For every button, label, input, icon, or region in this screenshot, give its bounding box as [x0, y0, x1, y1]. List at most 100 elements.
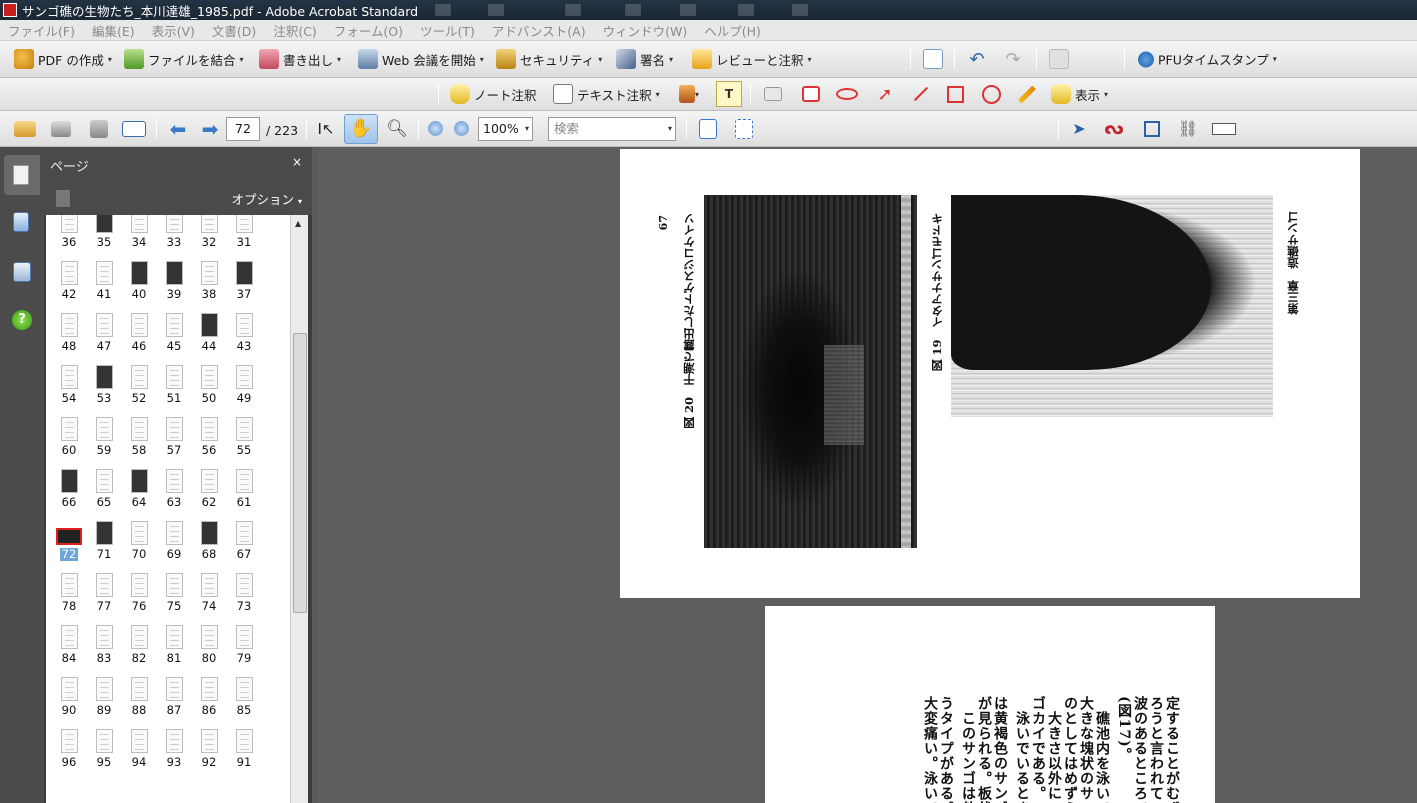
previous-page-button[interactable]: ⬅ [166, 117, 190, 141]
thumbnail[interactable]: 66 [54, 469, 84, 509]
select-tool-button[interactable]: I↖ [314, 118, 338, 140]
thumbnail[interactable]: 56 [194, 417, 224, 457]
next-page-button[interactable]: ➡ [198, 117, 222, 141]
scroll-up-icon[interactable]: ▲ [295, 219, 301, 228]
thumbnail[interactable]: 78 [54, 573, 84, 613]
thumbnail[interactable]: 76 [124, 573, 154, 613]
thumbnail[interactable]: 35 [89, 215, 119, 249]
web-meeting-button[interactable]: Web 会議を開始 ▾ [358, 49, 484, 69]
close-icon[interactable]: × [292, 155, 302, 169]
thumbnail[interactable]: 88 [124, 677, 154, 717]
thumbnail[interactable]: 54 [54, 365, 84, 405]
menu-document[interactable]: 文書(D) [212, 21, 256, 40]
thumbnail[interactable]: 36 [54, 215, 84, 249]
thumbnails-scrollbar[interactable]: ▲ [290, 215, 308, 803]
menu-help[interactable]: ヘルプ(H) [704, 21, 761, 40]
security-button[interactable]: セキュリティ ▾ [496, 49, 602, 69]
thumbnail[interactable]: 37 [229, 261, 259, 301]
thumbnail[interactable]: 90 [54, 677, 84, 717]
thumbnail[interactable]: 82 [124, 625, 154, 665]
signatures-panel-button[interactable] [9, 259, 35, 285]
textbox-tool-button[interactable] [798, 83, 824, 105]
thumbnail[interactable]: 43 [229, 313, 259, 353]
full-screen-button[interactable] [732, 117, 756, 141]
export-button[interactable]: 書き出し ▾ [259, 49, 341, 69]
touchup-tool-button[interactable]: ᔓ [1102, 117, 1126, 141]
highlight-text-button[interactable]: T [716, 81, 742, 107]
thumbnail[interactable]: 40 [124, 261, 154, 301]
menu-view[interactable]: 表示(V) [152, 21, 195, 40]
thumbnail[interactable]: 52 [124, 365, 154, 405]
menu-comments[interactable]: 注釈(C) [273, 21, 316, 40]
options-button[interactable]: オプション ▾ [231, 189, 302, 208]
zoom-out-button[interactable] [426, 120, 444, 138]
thumbnail[interactable]: 74 [194, 573, 224, 613]
menu-window[interactable]: ウィンドウ(W) [603, 21, 688, 40]
thumbnail[interactable]: 44 [194, 313, 224, 353]
thumbnail[interactable]: 64 [124, 469, 154, 509]
thumbnail[interactable]: 69 [159, 521, 189, 561]
thumbnail[interactable]: 71 [89, 521, 119, 561]
menu-tools[interactable]: ツール(T) [420, 21, 475, 40]
redo-button[interactable]: ↷ [1002, 48, 1024, 70]
zoom-level-select[interactable]: 100% ▾ [478, 117, 533, 141]
thumbnail[interactable]: 92 [194, 729, 224, 769]
thumbnail[interactable]: 60 [54, 417, 84, 457]
thumbnail[interactable]: 91 [229, 729, 259, 769]
thumbnail[interactable]: 46 [124, 313, 154, 353]
print-button[interactable] [48, 118, 74, 140]
thumbnail[interactable]: 89 [89, 677, 119, 717]
thumbnail[interactable]: 79 [229, 625, 259, 665]
pfu-timestamp-button[interactable]: PFUタイムスタンプ ▾ [1138, 50, 1277, 69]
save-button[interactable] [86, 118, 112, 140]
thumbnail[interactable]: 63 [159, 469, 189, 509]
combine-files-button[interactable]: ファイルを結合 ▾ [124, 49, 244, 69]
thumbnail[interactable]: 75 [159, 573, 189, 613]
text-annotation-button[interactable]: テキスト注釈 ▾ [553, 84, 660, 104]
thumbnail[interactable]: 95 [89, 729, 119, 769]
open-button[interactable] [12, 118, 38, 140]
thumbnail[interactable]: 81 [159, 625, 189, 665]
menu-file[interactable]: ファイル(F) [8, 21, 75, 40]
stamp-tool-button[interactable]: ▾ [672, 83, 706, 105]
search-input[interactable]: 検索 ▾ [548, 117, 676, 141]
thumbnail[interactable]: 31 [229, 215, 259, 249]
thumbnail[interactable]: 51 [159, 365, 189, 405]
thumbnail[interactable]: 57 [159, 417, 189, 457]
thumbnail[interactable]: 86 [194, 677, 224, 717]
thumbnail[interactable]: 39 [159, 261, 189, 301]
thumbnail[interactable]: 48 [54, 313, 84, 353]
thumbnail[interactable]: 70 [124, 521, 154, 561]
undo-button[interactable]: ↶ [966, 48, 988, 70]
thumbnail[interactable]: 77 [89, 573, 119, 613]
thumbnail[interactable]: 83 [89, 625, 119, 665]
marquee-zoom-button[interactable]: 🔍︎ [385, 118, 409, 140]
thumbnail[interactable]: 58 [124, 417, 154, 457]
hand-tool-button[interactable]: ✋ [344, 113, 378, 144]
scrollbar-thumb[interactable] [293, 333, 307, 613]
thumbnail[interactable]: 67 [229, 521, 259, 561]
thumbnail[interactable]: 41 [89, 261, 119, 301]
select-object-button[interactable]: ➤ [1068, 118, 1090, 140]
callout-tool-button[interactable] [760, 83, 786, 105]
thumbnail[interactable]: 38 [194, 261, 224, 301]
thumbnail[interactable]: 42 [54, 261, 84, 301]
pencil-tool-button[interactable] [1014, 83, 1040, 105]
spellcheck-button[interactable] [922, 48, 944, 70]
thumbnail[interactable]: 87 [159, 677, 189, 717]
note-comment-button[interactable]: ノート注釈 [450, 84, 537, 104]
thumbnail[interactable]: 47 [89, 313, 119, 353]
sign-button[interactable]: 署名 ▾ [616, 49, 673, 69]
thumbnail[interactable]: 49 [229, 365, 259, 405]
thumbnail[interactable]: 85 [229, 677, 259, 717]
menu-forms[interactable]: フォーム(O) [334, 21, 403, 40]
thumbnail[interactable]: 59 [89, 417, 119, 457]
menu-advanced[interactable]: アドバンスト(A) [492, 21, 586, 40]
review-comment-button[interactable]: レビューと注釈 ▾ [692, 49, 812, 69]
cloud-tool-button[interactable] [834, 83, 860, 105]
thumbnail[interactable]: 45 [159, 313, 189, 353]
thumbnail[interactable]: 50 [194, 365, 224, 405]
thumbnail[interactable]: 94 [124, 729, 154, 769]
thumbnail[interactable]: 62 [194, 469, 224, 509]
thumbnail[interactable]: 34 [124, 215, 154, 249]
